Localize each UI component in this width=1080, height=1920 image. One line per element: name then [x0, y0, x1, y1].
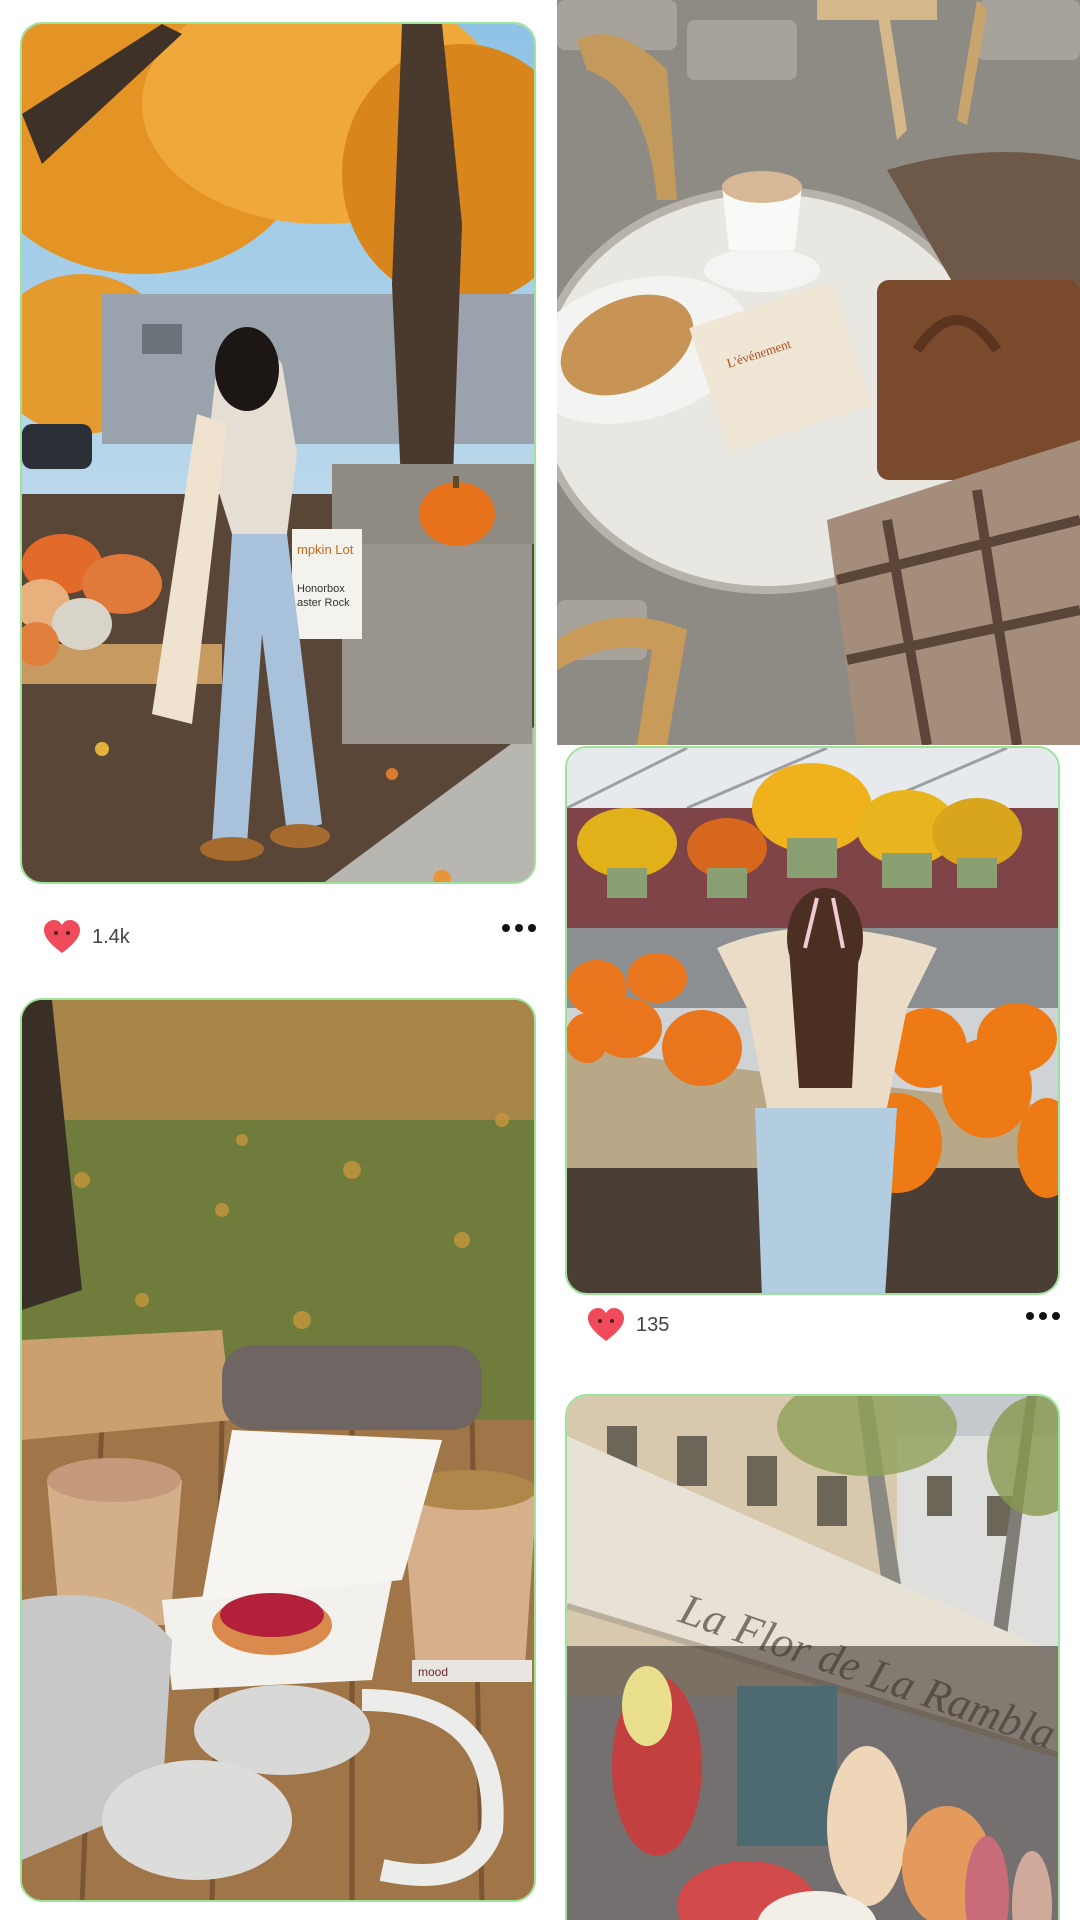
heart-icon: [588, 1308, 624, 1341]
flower-shop-photo: La Flor de La Rambla: [567, 1396, 1058, 1920]
picnic-photo: mood: [22, 1000, 534, 1900]
mug-brand: mood: [418, 1665, 448, 1679]
post-image-picnic[interactable]: mood: [20, 998, 536, 1902]
post-meta: 135: [586, 1300, 1060, 1350]
pin-feed: mpkin Lot Honorbox aster Rock 1.4k L'évé…: [0, 0, 1080, 1920]
more-options-icon[interactable]: [502, 924, 536, 932]
pumpkin-bow-photo: [567, 748, 1058, 1293]
like-count: 135: [636, 1313, 670, 1336]
sign-line-2: Honorbox: [297, 583, 345, 595]
more-options-icon[interactable]: [1026, 1312, 1060, 1320]
post-meta: [42, 1908, 536, 1920]
sign-line-1: mpkin Lot: [297, 542, 354, 557]
like-count: 1.4k: [92, 925, 130, 948]
pumpkin-stand-photo: mpkin Lot Honorbox aster Rock: [22, 24, 534, 882]
heart-icon: [44, 920, 80, 953]
post-image-cafe[interactable]: L'événement: [557, 0, 1080, 745]
post-image-flower-shop[interactable]: La Flor de La Rambla: [565, 1394, 1060, 1920]
cafe-photo: L'événement: [557, 0, 1080, 745]
sign-line-3: aster Rock: [297, 597, 350, 609]
like-button[interactable]: 1.4k: [42, 919, 130, 955]
post-meta: 1.4k: [42, 912, 536, 962]
post-image-pumpkin-stand[interactable]: mpkin Lot Honorbox aster Rock: [20, 22, 536, 884]
post-image-pumpkin-bow[interactable]: [565, 746, 1060, 1295]
like-button[interactable]: 135: [586, 1307, 669, 1343]
